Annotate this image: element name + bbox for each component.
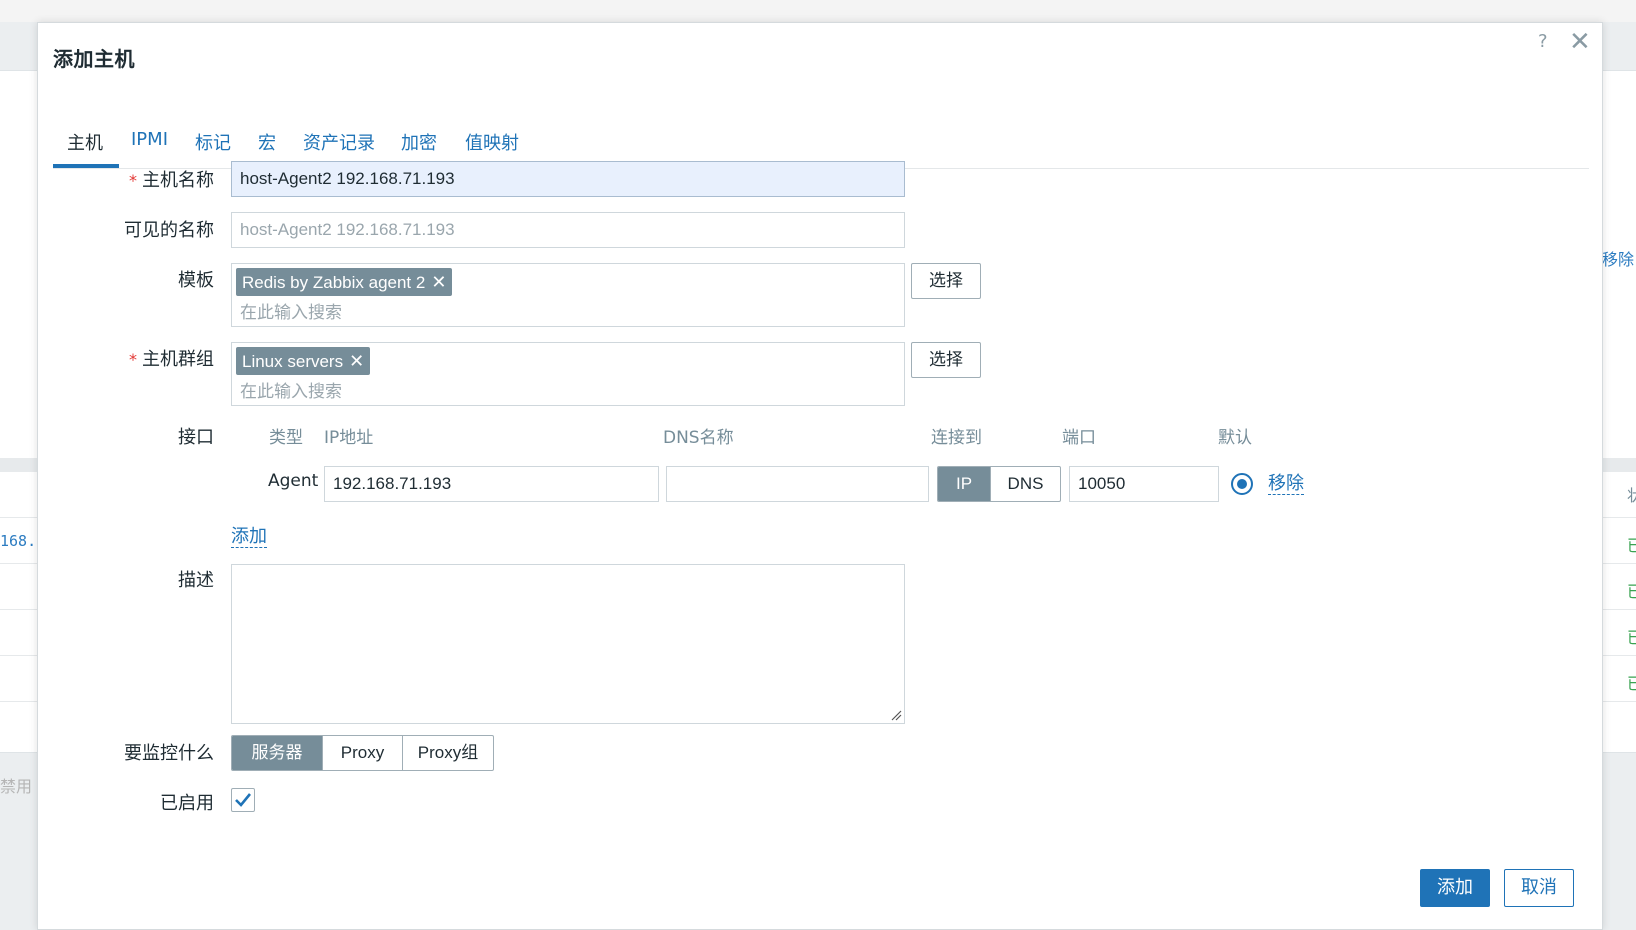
interface-type-agent: Agent bbox=[268, 471, 319, 491]
add-host-dialog: 添加主机 ? ✕ 主机 IPMI 标记 宏 资产记录 加密 值映射 * 主机名称 … bbox=[37, 22, 1603, 930]
background-status: 已 bbox=[1627, 536, 1636, 555]
required-mark: * bbox=[129, 350, 137, 369]
tab-value-mapping[interactable]: 值映射 bbox=[465, 129, 519, 155]
monitored-by-server[interactable]: 服务器 bbox=[232, 736, 322, 770]
resize-grip-icon[interactable] bbox=[890, 709, 902, 721]
host-group-tag: Linux servers ✕ bbox=[236, 347, 371, 375]
host-groups-multiselect[interactable]: Linux servers ✕ 在此输入搜索 bbox=[231, 342, 905, 406]
cancel-button[interactable]: 取消 bbox=[1504, 869, 1574, 907]
host-groups-label: * 主机群组 bbox=[129, 349, 214, 370]
add-interface-link[interactable]: 添加 bbox=[231, 527, 267, 548]
monitored-by-proxy-group[interactable]: Proxy组 bbox=[402, 736, 493, 770]
templates-label: 模板 bbox=[178, 270, 214, 291]
tab-encryption[interactable]: 加密 bbox=[401, 129, 437, 155]
active-tab-indicator bbox=[53, 164, 119, 168]
host-name-input[interactable]: host-Agent2 192.168.71.193 bbox=[231, 161, 905, 197]
visible-name-label: 可见的名称 bbox=[124, 220, 214, 241]
background-top-bar bbox=[0, 0, 1636, 22]
tab-ipmi[interactable]: IPMI bbox=[131, 129, 168, 150]
monitored-by-toggle: 服务器 Proxy Proxy组 bbox=[231, 735, 494, 771]
template-tag: Redis by Zabbix agent 2 ✕ bbox=[236, 268, 453, 296]
background-remove-link: 移除 bbox=[1602, 250, 1635, 269]
monitored-by-proxy[interactable]: Proxy bbox=[322, 736, 402, 770]
column-connect-to: 连接到 bbox=[931, 428, 982, 448]
description-label: 描述 bbox=[178, 570, 214, 591]
column-ip: IP地址 bbox=[324, 428, 374, 448]
remove-interface-link[interactable]: 移除 bbox=[1268, 474, 1304, 495]
column-default: 默认 bbox=[1218, 428, 1252, 448]
monitored-by-label: 要监控什么 bbox=[124, 743, 214, 764]
interface-ip-input[interactable]: 192.168.71.193 bbox=[324, 466, 659, 502]
tab-tags[interactable]: 标记 bbox=[195, 129, 231, 155]
tab-host[interactable]: 主机 bbox=[67, 129, 103, 155]
checkmark-icon bbox=[235, 793, 252, 807]
templates-multiselect[interactable]: Redis by Zabbix agent 2 ✕ 在此输入搜索 bbox=[231, 263, 905, 327]
host-groups-select-button[interactable]: 选择 bbox=[911, 342, 981, 378]
host-name-label: * 主机名称 bbox=[129, 170, 214, 191]
background-disabled-text: 禁用 bbox=[0, 777, 33, 796]
column-port: 端口 bbox=[1062, 428, 1096, 448]
interfaces-label: 接口 bbox=[178, 427, 214, 448]
close-icon[interactable]: ✕ bbox=[1569, 27, 1591, 57]
column-dns: DNS名称 bbox=[663, 428, 734, 448]
question-mark-icon[interactable]: ? bbox=[1538, 31, 1548, 52]
templates-select-button[interactable]: 选择 bbox=[911, 263, 981, 299]
interface-dns-input[interactable] bbox=[666, 466, 929, 502]
dialog-title: 添加主机 bbox=[53, 47, 135, 71]
add-button[interactable]: 添加 bbox=[1420, 869, 1490, 907]
default-interface-radio[interactable] bbox=[1231, 473, 1253, 495]
required-mark: * bbox=[129, 171, 137, 190]
enabled-checkbox[interactable] bbox=[231, 788, 255, 812]
column-type: 类型 bbox=[269, 428, 303, 448]
remove-tag-icon[interactable]: ✕ bbox=[431, 272, 446, 292]
tab-bar: 主机 IPMI 标记 宏 资产记录 加密 值映射 bbox=[53, 107, 1589, 169]
tab-macros[interactable]: 宏 bbox=[258, 129, 276, 155]
background-status: 已 bbox=[1627, 674, 1636, 693]
enabled-label: 已启用 bbox=[160, 793, 214, 814]
background-status: 已 bbox=[1627, 582, 1636, 601]
connect-dns-option[interactable]: DNS bbox=[990, 467, 1060, 501]
remove-tag-icon[interactable]: ✕ bbox=[349, 351, 364, 371]
templates-search-input[interactable]: 在此输入搜索 bbox=[240, 298, 342, 323]
visible-name-input[interactable]: host-Agent2 192.168.71.193 bbox=[231, 212, 905, 248]
background-status: 已 bbox=[1627, 628, 1636, 647]
description-textarea[interactable] bbox=[231, 564, 905, 724]
interface-port-input[interactable]: 10050 bbox=[1069, 466, 1219, 502]
host-groups-search-input[interactable]: 在此输入搜索 bbox=[240, 377, 342, 402]
connect-to-toggle: IP DNS bbox=[937, 466, 1061, 502]
connect-ip-option[interactable]: IP bbox=[938, 467, 990, 501]
tab-inventory[interactable]: 资产记录 bbox=[303, 129, 375, 155]
background-column-header: 状 bbox=[1627, 486, 1636, 505]
